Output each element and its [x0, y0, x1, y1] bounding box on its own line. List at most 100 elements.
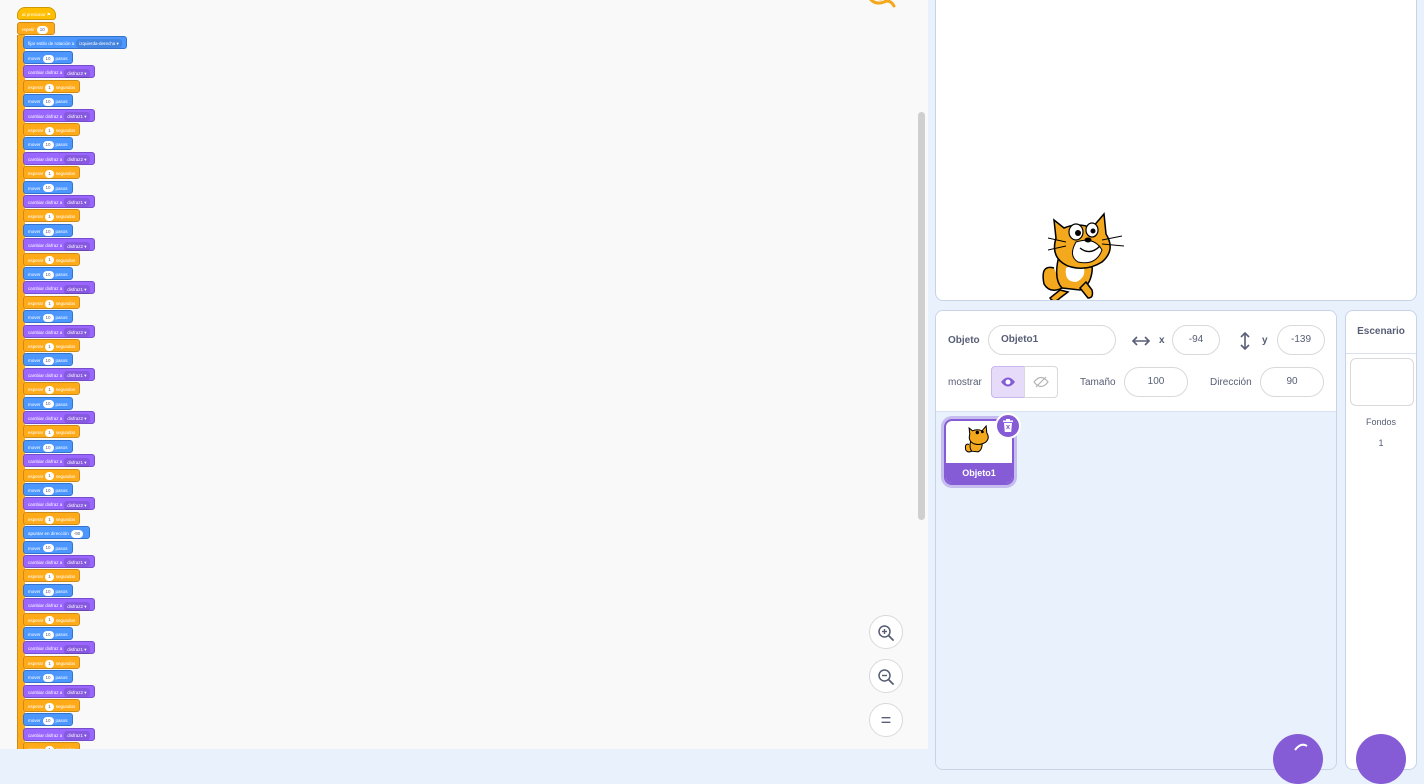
block-input[interactable]: 1 [45, 616, 54, 625]
switch-costume-block[interactable]: cambiar disfraz a disfraz1 ▾ [23, 727, 95, 741]
block-input[interactable]: 10 [42, 270, 54, 279]
block-input[interactable]: 1 [45, 573, 54, 582]
wait-seconds-block[interactable]: esperar1segundos [23, 699, 81, 712]
point-in-direction-block[interactable]: apuntar en dirección -90 [23, 526, 91, 540]
block-input[interactable]: 10 [42, 314, 54, 322]
move-steps-block[interactable]: mover 10 pasos [23, 583, 73, 597]
block-dropdown[interactable]: disfraz2 ▾ [64, 414, 90, 424]
move-steps-block[interactable]: mover 10 pasos [23, 396, 73, 410]
block-input[interactable]: 10 [42, 54, 54, 63]
wait-seconds-block[interactable]: esperar1segundos [23, 511, 81, 525]
block-input[interactable]: -90 [70, 530, 84, 538]
switch-costume-block[interactable]: cambiar disfraz a disfraz1 ▾ [23, 641, 95, 655]
block-dropdown[interactable]: disfraz1 ▾ [64, 457, 90, 467]
block-dropdown[interactable]: izquierda-derecha ▾ [76, 39, 122, 49]
switch-costume-block[interactable]: cambiar disfraz a disfraz1 ▾ [23, 367, 95, 381]
wait-seconds-block[interactable]: esperar1segundos [23, 79, 81, 93]
block-input[interactable]: 1 [45, 702, 54, 711]
wait-seconds-block[interactable]: esperar1segundos [23, 655, 81, 669]
block-input[interactable]: 1 [45, 170, 54, 178]
block-dropdown[interactable]: disfraz2 ▾ [64, 68, 90, 78]
wait-seconds-block[interactable]: esperar1segundos [23, 252, 81, 266]
block-input[interactable]: 1 [45, 342, 54, 351]
zoom-out-button[interactable] [869, 659, 903, 693]
switch-costume-block[interactable]: cambiar disfraz a disfraz2 ▾ [23, 684, 95, 698]
wait-seconds-block[interactable]: esperar1segundos [23, 382, 81, 396]
switch-costume-block[interactable]: cambiar disfraz a disfraz2 ▾ [23, 151, 95, 165]
block-input[interactable]: 10 [42, 141, 54, 150]
repeat-block[interactable]: repetir 10 [17, 22, 55, 35]
block-input[interactable]: 10 [42, 98, 54, 106]
move-steps-block[interactable]: mover 10 pasos [23, 223, 73, 237]
block-dropdown[interactable]: disfraz1 ▾ [64, 111, 90, 121]
set-rotation-style-block[interactable]: fijar estilo de rotación a izquierda-dere… [23, 36, 127, 49]
block-dropdown[interactable]: disfraz2 ▾ [64, 601, 90, 611]
block-input[interactable]: 1 [45, 299, 54, 308]
block-input[interactable]: 10 [42, 486, 54, 495]
show-hidden-button[interactable] [1024, 366, 1058, 398]
switch-costume-block[interactable]: cambiar disfraz a disfraz1 ▾ [23, 555, 95, 568]
wait-seconds-block[interactable]: esperar1segundos [23, 209, 81, 223]
move-steps-block[interactable]: mover 10 pasos [23, 137, 73, 151]
move-steps-block[interactable]: mover 10 pasos [23, 439, 73, 453]
block-dropdown[interactable]: disfraz2 ▾ [64, 241, 90, 251]
direction-input[interactable]: 90 [1260, 367, 1324, 397]
wait-seconds-block[interactable]: esperar1segundos [23, 468, 81, 482]
block-dropdown[interactable]: disfraz1 ▾ [64, 284, 90, 294]
switch-costume-block[interactable]: cambiar disfraz a disfraz2 ▾ [23, 598, 95, 612]
x-input[interactable]: -94 [1172, 325, 1220, 355]
block-input[interactable]: 10 [42, 717, 54, 726]
block-dropdown[interactable]: disfraz2 ▾ [64, 327, 90, 337]
switch-costume-block[interactable]: cambiar disfraz a disfraz2 ▾ [23, 411, 95, 424]
block-dropdown[interactable]: disfraz2 ▾ [64, 155, 90, 165]
move-steps-block[interactable]: mover 10 pasos [23, 627, 73, 640]
switch-costume-block[interactable]: cambiar disfraz a disfraz1 ▾ [23, 195, 95, 208]
block-input[interactable]: 10 [42, 630, 54, 639]
block-input[interactable]: 10 [42, 184, 54, 193]
move-steps-block[interactable]: mover 10 pasos [23, 483, 73, 496]
switch-costume-block[interactable]: cambiar disfraz a disfraz2 ▾ [23, 324, 95, 338]
block-input[interactable]: 10 [36, 25, 48, 34]
block-input[interactable]: 1 [45, 83, 54, 92]
show-visible-button[interactable] [991, 366, 1025, 398]
move-steps-block[interactable]: mover 10 pasos [23, 180, 73, 194]
cat-sprite[interactable] [1036, 208, 1136, 301]
move-steps-block[interactable]: mover 10 pasos [23, 353, 73, 367]
block-input[interactable]: 10 [42, 674, 54, 682]
switch-costume-block[interactable]: cambiar disfraz a disfraz1 ▾ [23, 454, 95, 468]
stage-canvas[interactable] [935, 0, 1417, 301]
zoom-reset-button[interactable]: = [869, 703, 903, 737]
block-input[interactable]: 10 [42, 227, 54, 236]
wait-seconds-block[interactable]: esperar1segundos [23, 339, 81, 352]
script-scrollbar[interactable] [918, 112, 925, 520]
move-steps-block[interactable]: mover 10 pasos [23, 670, 73, 684]
size-input[interactable]: 100 [1124, 367, 1188, 397]
block-input[interactable]: 1 [45, 386, 54, 394]
switch-costume-block[interactable]: cambiar disfraz a disfraz2 ▾ [23, 65, 95, 79]
block-input[interactable]: 1 [45, 256, 54, 265]
move-steps-block[interactable]: mover 10 pasos [23, 713, 73, 727]
block-input[interactable]: 10 [42, 400, 54, 409]
block-input[interactable]: 1 [45, 213, 54, 222]
add-sprite-button[interactable] [1273, 734, 1323, 784]
wait-seconds-block[interactable]: esperar1segundos [23, 425, 81, 439]
block-input[interactable]: 10 [42, 587, 54, 596]
block-dropdown[interactable]: disfraz1 ▾ [64, 558, 90, 568]
block-dropdown[interactable]: disfraz2 ▾ [64, 500, 90, 510]
wait-seconds-block[interactable]: esperar1segundos [23, 295, 81, 309]
block-input[interactable]: 10 [42, 544, 54, 553]
when-flag-clicked-block[interactable]: al presionar ⚑ [17, 7, 56, 20]
wait-seconds-block[interactable]: esperar1segundos [23, 742, 81, 749]
move-steps-block[interactable]: mover 10 pasos [23, 310, 73, 324]
sprite-name-input[interactable]: Objeto1 [988, 325, 1116, 355]
block-dropdown[interactable]: disfraz1 ▾ [64, 198, 90, 208]
block-dropdown[interactable]: disfraz2 ▾ [64, 687, 90, 697]
block-input[interactable]: 1 [45, 126, 54, 135]
block-input[interactable]: 1 [45, 429, 54, 438]
wait-seconds-block[interactable]: esperar1segundos [23, 569, 81, 583]
delete-sprite-button[interactable] [995, 413, 1021, 439]
wait-seconds-block[interactable]: esperar1segundos [23, 166, 81, 180]
move-steps-block[interactable]: mover 10 pasos [23, 267, 73, 280]
block-input[interactable]: 1 [45, 472, 54, 481]
block-input[interactable]: 10 [42, 443, 54, 452]
